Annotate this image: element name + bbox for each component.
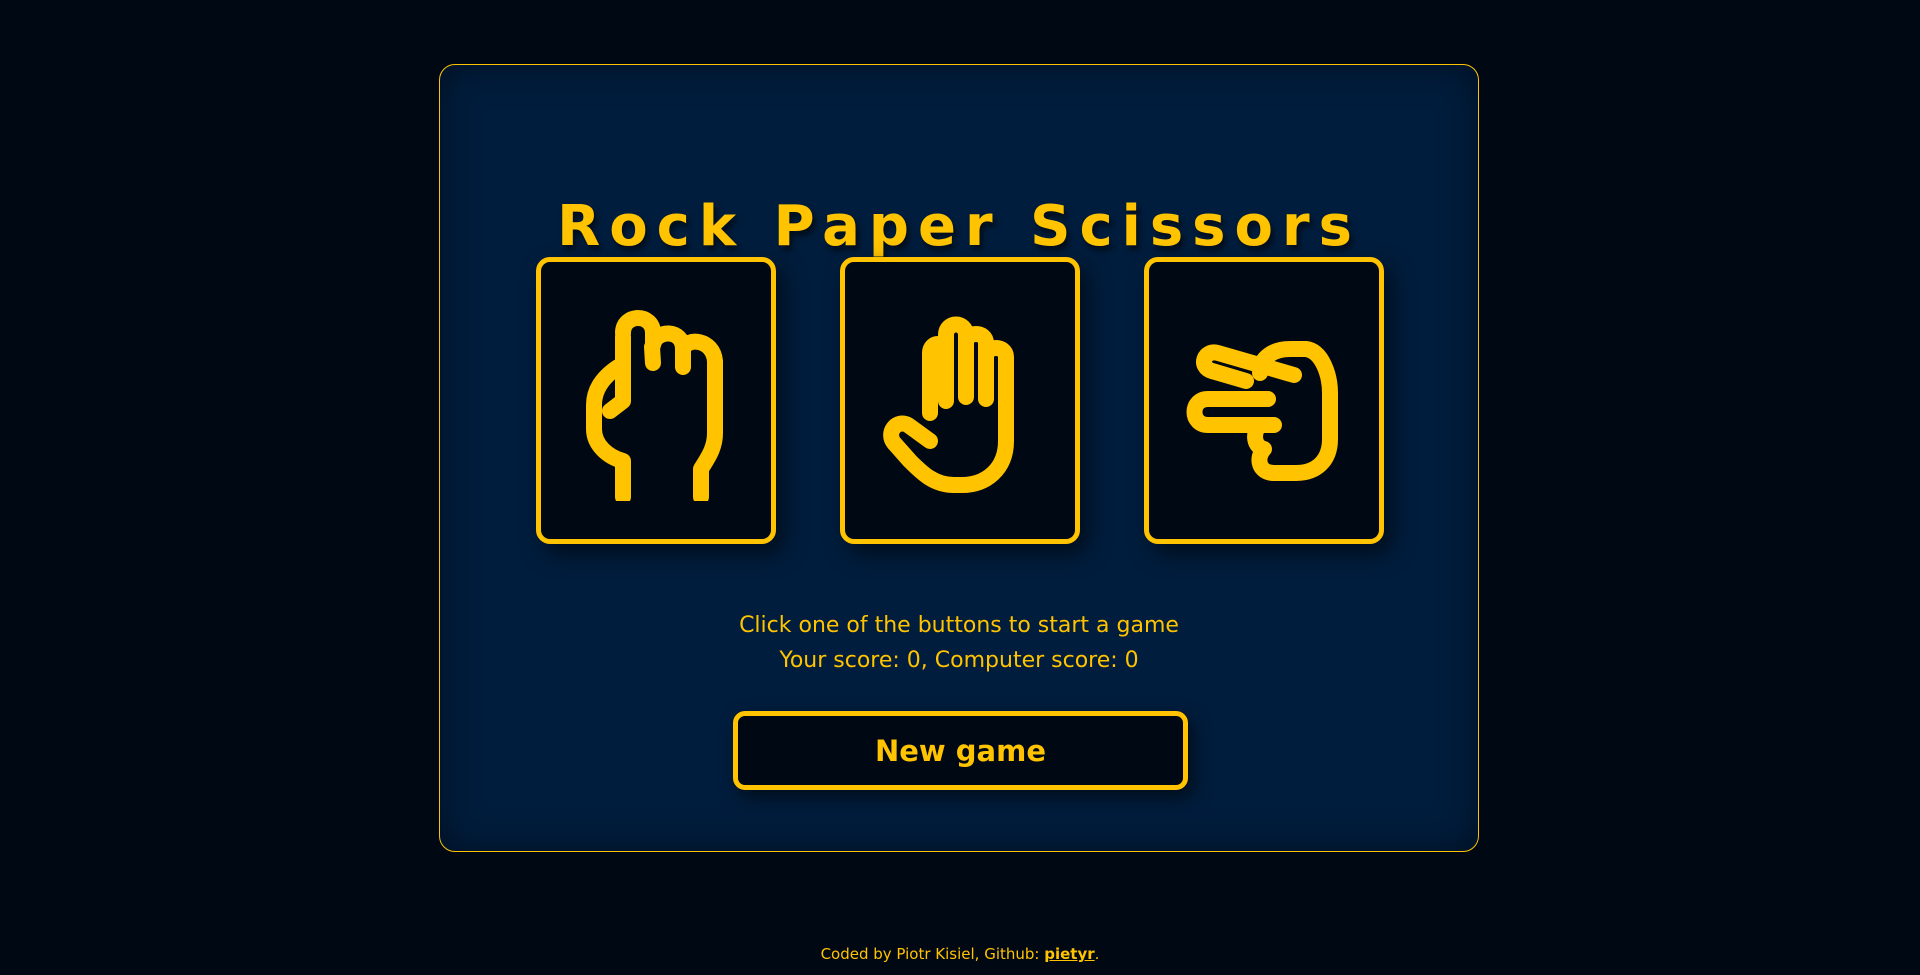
scissors-hand-icon [1186, 340, 1338, 481]
github-link[interactable]: pietyr [1044, 945, 1094, 963]
rock-button[interactable] [536, 257, 776, 544]
choice-buttons [536, 257, 1384, 544]
paper-button[interactable] [840, 257, 1080, 544]
footer-credit: Coded by Piotr Kisiel, Github: [820, 945, 1045, 963]
footer-suffix: . [1094, 945, 1100, 963]
page: Rock Paper Scissors Click one of the but… [0, 0, 1920, 975]
status-message: Click one of the buttons to start a game [739, 613, 1179, 638]
game-status: Click one of the buttons to start a game… [440, 608, 1478, 678]
scissors-button[interactable] [1144, 257, 1384, 544]
footer: Coded by Piotr Kisiel, Github: pietyr. [0, 942, 1920, 966]
score-text: Your score: 0, Computer score: 0 [779, 648, 1139, 673]
new-game-button[interactable]: New game [733, 711, 1188, 790]
rock-fist-icon [586, 309, 723, 501]
game-panel: Rock Paper Scissors Click one of the but… [439, 64, 1479, 852]
paper-hand-icon [883, 316, 1014, 493]
